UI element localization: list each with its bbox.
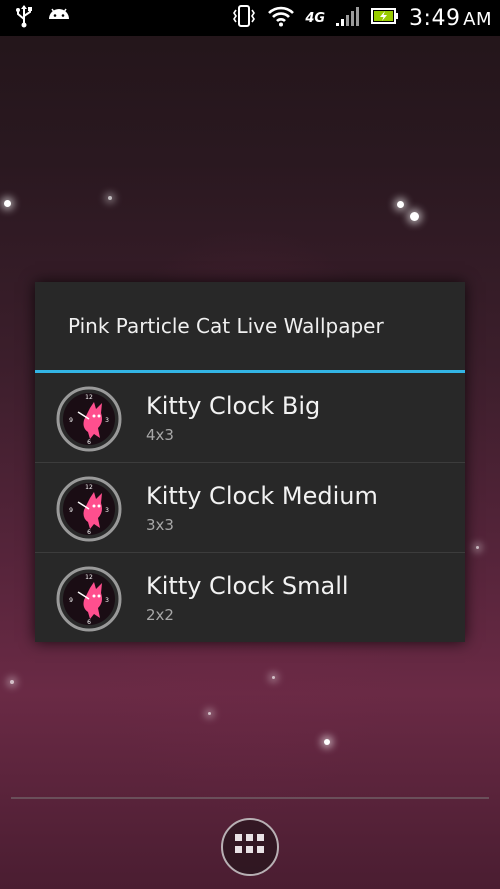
status-time: 3:49 AM bbox=[409, 5, 492, 31]
widget-picker-dialog: Pink Particle Cat Live Wallpaper 12 3 6 9 K… bbox=[35, 282, 465, 642]
vibrate-icon bbox=[231, 4, 257, 32]
svg-text:9: 9 bbox=[69, 417, 73, 424]
app-drawer-grid-icon bbox=[235, 834, 265, 860]
dialog-title: Pink Particle Cat Live Wallpaper bbox=[68, 314, 384, 338]
list-item-kitty-clock-big[interactable]: 12 3 6 9 Kitty Clock Big 4x3 bbox=[35, 373, 465, 463]
signal-icon bbox=[335, 5, 361, 31]
wifi-icon bbox=[267, 5, 295, 31]
app-drawer-button[interactable] bbox=[221, 818, 279, 876]
item-name: Kitty Clock Big bbox=[146, 392, 321, 420]
svg-text:9: 9 bbox=[69, 597, 73, 604]
item-size: 3x3 bbox=[146, 516, 174, 534]
list-item-kitty-clock-small[interactable]: 12 3 6 9 Kitty Clock Small 2x2 bbox=[35, 553, 465, 642]
particle bbox=[410, 212, 419, 221]
particle bbox=[208, 712, 211, 715]
list-item-kitty-clock-medium[interactable]: 12 3 6 9 Kitty Clock Medium 3x3 bbox=[35, 463, 465, 553]
usb-icon bbox=[14, 4, 34, 32]
particle bbox=[10, 680, 14, 684]
particle bbox=[476, 546, 479, 549]
svg-text:3: 3 bbox=[105, 597, 109, 604]
particle bbox=[324, 739, 330, 745]
item-size: 2x2 bbox=[146, 606, 174, 624]
svg-text:6: 6 bbox=[87, 529, 91, 536]
svg-text:12: 12 bbox=[85, 394, 93, 401]
svg-text:3: 3 bbox=[105, 507, 109, 514]
kitty-clock-icon: 12 3 6 9 bbox=[56, 386, 122, 452]
particle bbox=[108, 196, 112, 200]
svg-text:6: 6 bbox=[87, 439, 91, 446]
kitty-clock-icon: 12 3 6 9 bbox=[56, 566, 122, 632]
svg-text:3: 3 bbox=[105, 417, 109, 424]
kitty-clock-icon: 12 3 6 9 bbox=[56, 476, 122, 542]
item-size: 4x3 bbox=[146, 426, 174, 444]
particle bbox=[272, 676, 275, 679]
svg-text:12: 12 bbox=[85, 574, 93, 581]
particle bbox=[4, 200, 11, 207]
android-icon bbox=[46, 5, 72, 31]
item-name: Kitty Clock Medium bbox=[146, 482, 378, 510]
item-name: Kitty Clock Small bbox=[146, 572, 349, 600]
svg-text:9: 9 bbox=[69, 507, 73, 514]
particle bbox=[397, 201, 404, 208]
network-type-label: 4G bbox=[305, 10, 326, 26]
status-bar: 4G 3:49 AM bbox=[0, 0, 500, 36]
svg-text:12: 12 bbox=[85, 484, 93, 491]
svg-text:6: 6 bbox=[87, 619, 91, 626]
battery-charging-icon bbox=[371, 7, 399, 29]
dock-divider bbox=[11, 797, 489, 799]
